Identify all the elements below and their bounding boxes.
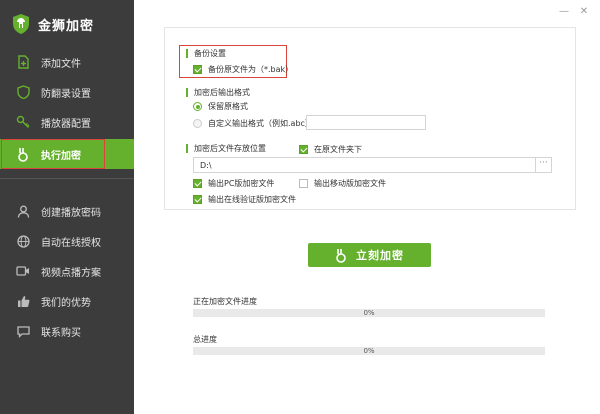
- custom-format-radio[interactable]: 自定义输出格式（例如.abc）: [193, 118, 313, 129]
- checkbox-label: 输出移动版加密文件: [314, 179, 386, 188]
- sidebar-item-online-auth[interactable]: 自动在线授权: [0, 226, 134, 256]
- sidebar-item-create-password[interactable]: 创建播放密码: [0, 196, 134, 226]
- total-progress-bar: 0%: [193, 347, 545, 355]
- checkbox-label: 在原文件夹下: [314, 145, 362, 154]
- minimize-button[interactable]: —: [558, 6, 570, 18]
- sidebar-item-advantages[interactable]: 我们的优势: [0, 286, 134, 316]
- total-progress-label: 总进度: [193, 335, 217, 344]
- browse-button[interactable]: ···: [535, 158, 551, 172]
- custom-format-input[interactable]: [306, 115, 426, 130]
- current-progress-bar: 0%: [193, 309, 545, 317]
- video-icon: [15, 263, 31, 279]
- sidebar: 金狮加密 添加文件 防翻录设置 播放器配置 执行加密 创建播放密码 自动在线授权…: [0, 0, 134, 414]
- shield-logo-icon: [13, 14, 29, 34]
- radio-label: 自定义输出格式（例如.abc）: [208, 119, 313, 128]
- same-folder-checkbox[interactable]: 在原文件夹下: [299, 144, 362, 155]
- checkbox-checked[interactable]: [299, 145, 308, 154]
- add-file-icon: [15, 54, 31, 70]
- sidebar-item-label: 我们的优势: [41, 297, 91, 309]
- backup-original-checkbox[interactable]: 备份原文件为（*.bak）: [193, 64, 293, 75]
- sidebar-item-label: 自动在线授权: [41, 237, 101, 249]
- encrypt-now-button[interactable]: 立刻加密: [308, 243, 431, 267]
- user-icon: [15, 203, 31, 219]
- keep-format-radio[interactable]: 保留原格式: [193, 101, 248, 112]
- lock-ring-icon: [15, 146, 31, 162]
- backup-section-label: 备份设置: [186, 49, 226, 58]
- output-path-input[interactable]: D:\ ···: [193, 157, 552, 173]
- sidebar-divider: [0, 178, 134, 179]
- sidebar-item-label: 防翻录设置: [41, 88, 91, 100]
- checkbox-checked[interactable]: [193, 179, 202, 188]
- sidebar-item-label: 播放器配置: [41, 118, 91, 130]
- output-location-section-label: 加密后文件存放位置: [186, 144, 266, 153]
- checkbox-label: 输出在线验证版加密文件: [208, 195, 296, 204]
- output-path-value: D:\: [200, 160, 212, 170]
- checkbox-checked[interactable]: [193, 65, 202, 74]
- chat-icon: [15, 323, 31, 339]
- app-title: 金狮加密: [38, 18, 95, 34]
- sidebar-item-label: 视频点播方案: [41, 267, 101, 279]
- key-icon: [15, 114, 31, 130]
- sidebar-item-add-file[interactable]: 添加文件: [0, 47, 134, 77]
- radio-label: 保留原格式: [208, 102, 248, 111]
- shield-icon: [15, 84, 31, 100]
- checkbox-label: 输出PC版加密文件: [208, 179, 275, 188]
- lock-ring-icon: [335, 248, 347, 263]
- online-output-checkbox[interactable]: 输出在线验证版加密文件: [193, 194, 296, 205]
- sidebar-item-player-config[interactable]: 播放器配置: [0, 107, 134, 137]
- sidebar-item-contact-buy[interactable]: 联系购买: [0, 316, 134, 346]
- current-progress-label: 正在加密文件进度: [193, 297, 257, 306]
- thumbs-up-icon: [15, 293, 31, 309]
- sidebar-item-label: 添加文件: [41, 58, 81, 70]
- sidebar-item-vod-plan[interactable]: 视频点播方案: [0, 256, 134, 286]
- brand: 金狮加密: [11, 13, 94, 35]
- sidebar-item-label: 创建播放密码: [41, 207, 101, 219]
- sidebar-item-label: 执行加密: [41, 150, 81, 162]
- total-progress-text: 0%: [363, 347, 375, 355]
- checkbox-label: 备份原文件为（*.bak）: [208, 65, 294, 74]
- sidebar-item-execute-encrypt[interactable]: 执行加密: [0, 139, 134, 169]
- globe-icon: [15, 233, 31, 249]
- close-button[interactable]: ✕: [578, 6, 590, 18]
- sidebar-item-anti-record[interactable]: 防翻录设置: [0, 77, 134, 107]
- mobile-output-checkbox[interactable]: 输出移动版加密文件: [299, 178, 386, 189]
- radio-selected[interactable]: [193, 102, 202, 111]
- checkbox-unchecked[interactable]: [299, 179, 308, 188]
- output-format-section-label: 加密后输出格式: [186, 88, 250, 97]
- current-progress-text: 0%: [363, 309, 375, 317]
- sidebar-item-label: 联系购买: [41, 327, 81, 339]
- checkbox-checked[interactable]: [193, 195, 202, 204]
- radio-unselected[interactable]: [193, 119, 202, 128]
- pc-output-checkbox[interactable]: 输出PC版加密文件: [193, 178, 274, 189]
- encrypt-button-label: 立刻加密: [356, 249, 404, 262]
